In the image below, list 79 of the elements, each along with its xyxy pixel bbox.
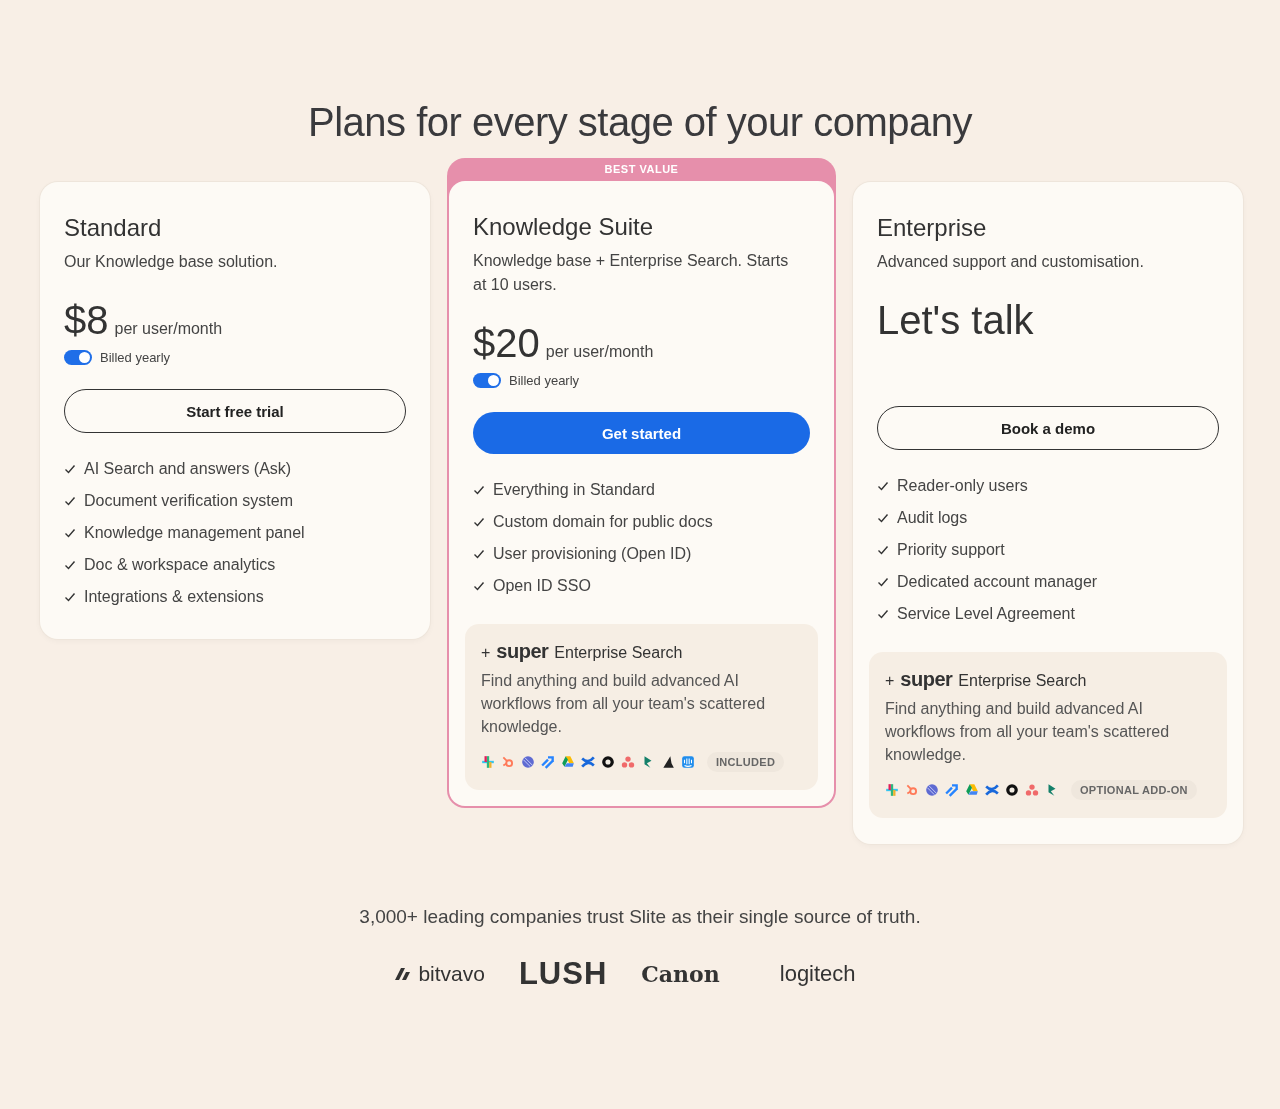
super-logo: super: [900, 668, 953, 691]
addon-title: Enterprise Search: [554, 644, 683, 662]
feature-text: AI Search and answers (Ask): [84, 460, 292, 478]
check-icon: [64, 527, 76, 539]
plan-description: Our Knowledge base solution.: [64, 252, 279, 272]
feature-text: User provisioning (Open ID): [493, 545, 692, 563]
company-logo: bitvavo: [418, 962, 485, 986]
app-integration-icon: [681, 755, 695, 769]
company-logo: logitech: [779, 961, 856, 987]
plus-sign: +: [481, 644, 491, 662]
feature-text: Audit logs: [897, 509, 968, 527]
app-integration-icon: [925, 783, 939, 797]
app-integration-icon: [945, 783, 959, 797]
check-icon: [877, 608, 889, 620]
plan-price: $20: [473, 320, 540, 367]
addon-description: Find anything and build advanced AI workflows from all your team's scattered knowledge.: [481, 671, 767, 737]
get-started-button[interactable]: Get started: [473, 412, 810, 454]
plan-name: Enterprise: [877, 213, 988, 243]
check-icon: [473, 548, 485, 560]
app-integration-icon: [661, 755, 675, 769]
price-unit: per user/month: [545, 343, 654, 361]
app-integration-icon: [621, 755, 635, 769]
toggle-switch[interactable]: [64, 350, 92, 365]
check-icon: [64, 495, 76, 507]
plus-sign: +: [885, 672, 895, 690]
app-integration-icon: [501, 755, 515, 769]
page-heading: Plans for every stage of your company: [306, 99, 974, 146]
app-integration-icon: [581, 755, 595, 769]
plan-description: Knowledge base + Enterprise Search. Starts at 10 users.: [473, 251, 790, 295]
plan-price: $8: [64, 297, 109, 344]
ribbon-label: BEST VALUE: [603, 162, 680, 177]
check-icon: [473, 516, 485, 528]
status-badge: OPTIONAL ADD-ON: [1071, 780, 1197, 800]
check-icon: [473, 580, 485, 592]
super-logo: super: [496, 640, 549, 663]
feature-text: Document verification system: [84, 492, 293, 510]
app-integration-icon: [481, 755, 495, 769]
feature-text: Doc & workspace analytics: [84, 556, 276, 574]
app-integration-icon: [521, 755, 535, 769]
feature-text: Integrations & extensions: [84, 588, 264, 606]
app-integration-icon: [1025, 783, 1039, 797]
check-icon: [64, 463, 76, 475]
toggle-switch[interactable]: [473, 373, 501, 388]
feature-text: Open ID SSO: [493, 577, 591, 595]
check-icon: [877, 544, 889, 556]
plan-description: Advanced support and customisation.: [877, 252, 1145, 272]
billing-label: Billed yearly: [509, 373, 580, 388]
check-icon: [64, 591, 76, 603]
check-icon: [877, 576, 889, 588]
check-icon: [473, 484, 485, 496]
app-integration-icon: [1005, 783, 1019, 797]
check-icon: [877, 480, 889, 492]
plan-name: Knowledge Suite: [473, 212, 655, 242]
feature-text: Knowledge management panel: [84, 524, 305, 542]
company-logo: Canon: [641, 961, 720, 987]
company-logo: LUSH: [518, 956, 608, 992]
app-integration-icon: [601, 755, 615, 769]
billing-label: Billed yearly: [100, 350, 171, 365]
feature-text: Priority support: [897, 541, 1005, 559]
feature-text: Service Level Agreement: [897, 605, 1075, 623]
feature-text: Dedicated account manager: [897, 573, 1098, 591]
app-integration-icon: [541, 755, 555, 769]
app-integration-icon: [905, 783, 919, 797]
price-unit: per user/month: [114, 320, 223, 338]
plan-price: Let's talk: [877, 297, 1034, 344]
app-integration-icon: [965, 783, 979, 797]
feature-text: Custom domain for public docs: [493, 513, 713, 531]
app-integration-icon: [561, 755, 575, 769]
feature-text: Everything in Standard: [493, 481, 655, 499]
status-badge: INCLUDED: [707, 752, 785, 772]
addon-description: Find anything and build advanced AI workflows from all your team's scattered knowledge.: [885, 699, 1171, 765]
app-integration-icon: [985, 783, 999, 797]
plan-name: Standard: [64, 213, 163, 243]
check-icon: [64, 559, 76, 571]
feature-text: Reader-only users: [897, 477, 1028, 495]
check-icon: [877, 512, 889, 524]
addon-title: Enterprise Search: [958, 672, 1087, 690]
app-integration-icon: [885, 783, 899, 797]
trust-statement: 3,000+ leading companies trust Slite as their single source of truth.: [358, 906, 922, 928]
